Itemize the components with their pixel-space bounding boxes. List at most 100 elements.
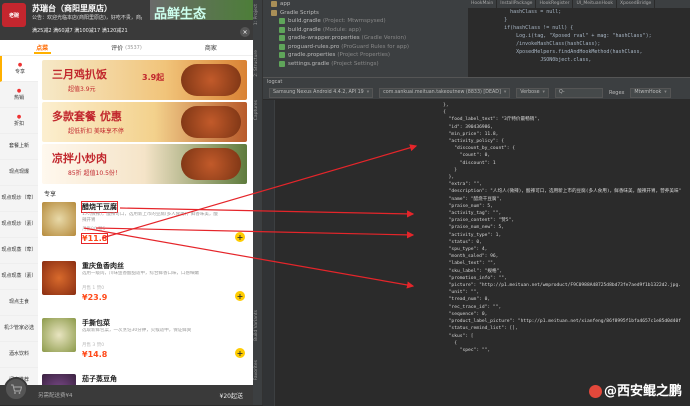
logcat-output[interactable]: }, { "food_label_text": "3斤特价最畅销", "id":…	[421, 100, 681, 406]
banner-subtitle: 超值3.9元	[68, 86, 96, 93]
log-line: {	[421, 340, 457, 346]
sidebar-item-drinks[interactable]: 酒水饮料	[0, 342, 38, 368]
tree-item[interactable]: app	[263, 0, 468, 9]
log-line: {	[421, 110, 446, 116]
tree-item[interactable]: gradle.properties (Project Properties)	[263, 51, 468, 60]
food-item[interactable]: 手撕包菜 选取新鲜包菜，一次烹饪30分钟，火候适中，保证鲜爽 月售 3 赞0 ¥…	[42, 318, 249, 364]
banner-subtitle: 85折 超值10.5份！	[68, 170, 121, 177]
store-notice: 公告：欢迎光临本店(商阳里原店)，好吃不贵，商品更精彩	[32, 15, 142, 21]
sidebar-item-musthave[interactable]: 机少管家必选	[0, 316, 38, 342]
sidebar-item-discount[interactable]: ● 折扣	[0, 108, 38, 134]
tab-order[interactable]: 点菜	[0, 40, 84, 55]
logcat-gutter	[263, 100, 275, 406]
sidebar-item-exclusive[interactable]: ● 专享	[0, 56, 38, 82]
add-icon[interactable]: +	[235, 291, 245, 301]
editor-tab[interactable]: HookMain	[468, 0, 498, 8]
tree-item[interactable]: settings.gradle (Project Settings)	[263, 60, 468, 69]
store-name: 苏瑞台（商阳里原店）	[32, 4, 112, 13]
code-editor[interactable]: HookMain InstallPackage HookRegister UI_…	[468, 0, 690, 77]
editor-tab[interactable]: UI_MeituanHook	[573, 0, 617, 8]
sidebar-item-steam-veg[interactable]: 现点现蒸（素）	[0, 264, 38, 290]
code-line: }	[480, 17, 508, 23]
editor-tab[interactable]: HookRegister	[536, 0, 574, 8]
chevron-down-icon: ▾	[542, 90, 545, 95]
sidebar-item-steam-meat[interactable]: 现点现蒸（荤）	[0, 238, 38, 264]
log-line: "praise_num_new": 5,	[421, 225, 504, 231]
food-item[interactable]: 醋烧干豆腐 1人(微辣)，酸辣可口，选用新上市的豆腐(多人食用)，鲜香味美，酸辣…	[42, 201, 249, 248]
sidebar-item-stirfry-meat[interactable]: 现点现炒（荤）	[0, 186, 38, 212]
watermark: @西安鲲之鹏	[588, 380, 682, 399]
log-line: "sequence": 0,	[421, 311, 488, 317]
strip-structure[interactable]: 2: Structure	[254, 50, 259, 77]
log-line: "product_label_picture": "http://p1.meit…	[448, 319, 681, 325]
log-line: "name": "醋烧干豆腐",	[421, 196, 503, 202]
device-select[interactable]: Samsung Nexus Android 4.4.2, API 19 ▾	[269, 87, 374, 98]
folder-icon	[271, 9, 277, 16]
code-line: if(hashClass != null) {	[480, 25, 574, 31]
cart-bar[interactable]: 另需配送费¥4 ¥20起送	[0, 377, 253, 405]
food-name: 重庆鱼香肉丝	[82, 262, 124, 270]
sidebar-item-label: 热销	[13, 94, 24, 101]
strip-build-variants[interactable]: Build Variants	[254, 310, 259, 341]
log-line: "food_label_text": "3斤特价最畅销",	[421, 117, 540, 123]
editor-tabs: HookMain InstallPackage HookRegister UI_…	[468, 0, 690, 8]
editor-tab[interactable]: XposedBridge	[617, 0, 656, 8]
tree-label: app	[280, 1, 291, 8]
food-item[interactable]: 重庆鱼香肉丝 选用一级肉，川味鱼香酸甜适中，综合鲜香口味，口感细嫩 月售 1 赞…	[42, 261, 249, 307]
tree-label: Gradle Scripts	[280, 9, 319, 16]
log-line: "promotion_info": "",	[421, 275, 507, 281]
editor-tab[interactable]: InstallPackage	[497, 0, 537, 8]
cart-icon[interactable]	[4, 377, 28, 401]
promo-banner[interactable]: 多款套餐 优惠 超低折扣 美味享不停	[42, 102, 247, 142]
tab-reviews[interactable]: 评价 (3537)	[84, 40, 168, 55]
header-banner: 品鲜生态	[150, 0, 253, 20]
add-icon[interactable]: +	[235, 348, 245, 358]
sidebar-item-stirfry-veg[interactable]: 现点现炒（素）	[0, 212, 38, 238]
properties-icon	[279, 35, 285, 42]
banner-title: 多款套餐 优惠	[52, 110, 122, 123]
sidebar-item-hot[interactable]: ● 热销	[0, 82, 38, 108]
logcat-toolbar: Samsung Nexus Android 4.4.2, API 19 ▾ com…	[263, 86, 690, 100]
tree-item[interactable]: build.gradle (Module: app)	[263, 26, 468, 35]
sidebar-item-combo[interactable]: 套餐上新	[0, 134, 38, 160]
sidebar-item-fried[interactable]: 现点现爆	[0, 160, 38, 186]
banner-food-image	[181, 64, 241, 96]
chevron-down-icon: ▾	[664, 90, 667, 95]
sidebar-item-label: 机少管家必选	[3, 325, 34, 331]
tree-item[interactable]: build.gradle (Project: Mtwmspysed)	[263, 17, 468, 26]
tab-merchant[interactable]: 商家	[169, 40, 253, 55]
filter-select[interactable]: MtwmHook ▾	[630, 87, 671, 98]
log-line: }	[421, 167, 457, 173]
log-search-input[interactable]: Q-	[554, 87, 603, 98]
strip-captures[interactable]: Captures	[254, 100, 259, 120]
log-line: "tread_num": 0,	[421, 297, 491, 303]
strip-project[interactable]: 1: Project	[254, 4, 259, 25]
log-line: "status": 0,	[421, 239, 482, 245]
regex-checkbox[interactable]: Regex	[609, 90, 624, 96]
add-icon[interactable]: +	[235, 232, 245, 242]
process-select[interactable]: com.sankuai.meituan.takeoutnew (8833) [D…	[379, 87, 511, 98]
sidebar-item-label: 现点主食	[8, 299, 29, 305]
tree-item[interactable]: Gradle Scripts	[263, 9, 468, 18]
close-icon[interactable]: ×	[240, 27, 250, 37]
banner-food-image	[181, 148, 241, 180]
tree-item[interactable]: gradle-wrapper.properties (Gradle Version…	[263, 34, 468, 43]
promo-banner[interactable]: 凉拌小炒肉 85折 超值10.5份！	[42, 144, 247, 184]
device-value: Samsung Nexus Android 4.4.2, API 19	[273, 90, 364, 95]
tab-count: (3537)	[125, 44, 142, 51]
strip-favorites[interactable]: Favorites	[254, 360, 259, 380]
sidebar-item-label: 现点现爆	[8, 169, 29, 175]
level-select[interactable]: Verbose ▾	[516, 87, 549, 98]
log-line: },	[421, 175, 455, 181]
file-icon	[279, 43, 285, 50]
sidebar-item-staple[interactable]: 现点主食	[0, 290, 38, 316]
tree-label: settings.gradle	[288, 60, 330, 67]
min-order: ¥20起送	[219, 393, 243, 400]
gradle-icon	[279, 18, 285, 25]
log-line: "id": 390436986,	[421, 124, 493, 130]
food-price: ¥14.8	[82, 350, 108, 359]
tree-item[interactable]: proguard-rules.pro (ProGuard Rules for ap…	[263, 43, 468, 52]
chevron-down-icon: ▾	[503, 90, 507, 95]
promo-banner[interactable]: 三月鸡扒饭 超值3.9元 3.9起	[42, 60, 247, 100]
log-line: "spec": "",	[421, 347, 491, 353]
